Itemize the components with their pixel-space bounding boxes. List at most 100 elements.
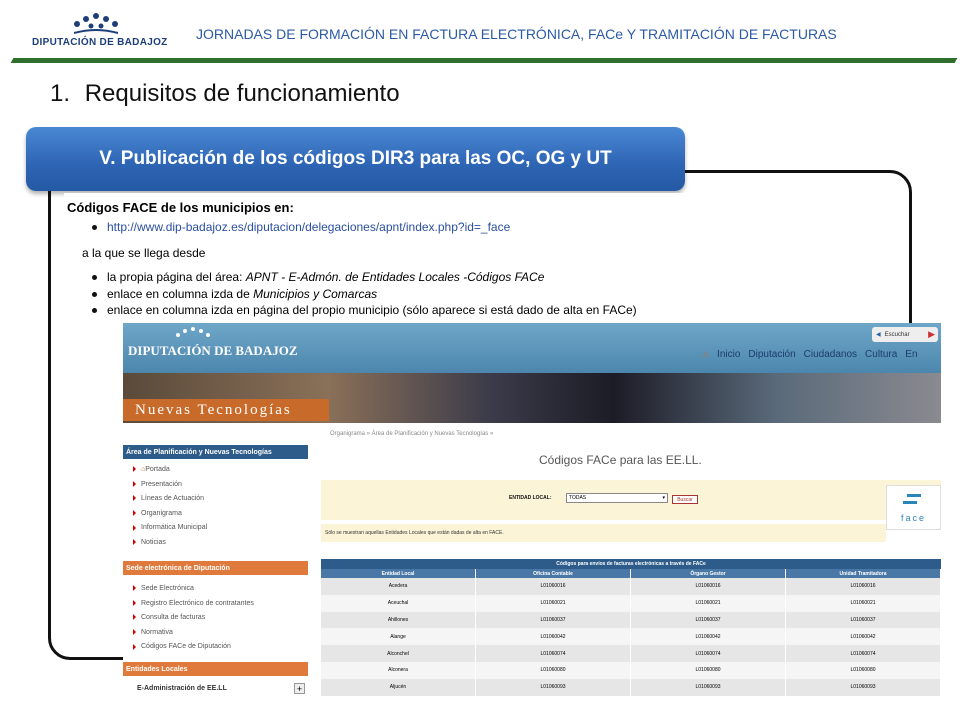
table-cell: L01060016 — [476, 578, 631, 595]
codes-link[interactable]: http://www.dip-badajoz.es/diputacion/del… — [107, 220, 510, 234]
nav-item-diputacion[interactable]: Diputación — [748, 349, 795, 360]
sidebar-section-area: Área de Planificación y Nuevas Tecnologí… — [123, 445, 308, 459]
sidebar-item-eadmin[interactable]: E-Administración de EE.LL — [137, 685, 227, 692]
sidebar-item-label: Noticias — [141, 538, 166, 546]
nav-item-cultura[interactable]: Cultura — [865, 349, 897, 360]
breadcrumb[interactable]: Organigrama » Área de Planificación y Nu… — [330, 431, 493, 437]
arrow-icon — [133, 643, 136, 650]
table-cell: L01060037 — [476, 611, 631, 629]
web-nav: ⌂ Inicio Diputación Ciudadanos Cultura E… — [703, 349, 918, 360]
web-screenshot: DIPUTACIÓN DE BADAJOZ ◀ Escuchar ▶ ⌂ Ini… — [123, 323, 941, 700]
sidebar-item-label: Informática Municipal — [141, 524, 208, 532]
sidebar-item-registro[interactable]: Registro Electrónico de contratantes — [133, 597, 254, 612]
table-cell: L01060093 — [631, 678, 786, 696]
sidebar-item-codigos[interactable]: Códigos FACe de Diputación — [133, 640, 254, 655]
table-cell: L01060093 — [476, 678, 631, 696]
escuchar-button[interactable]: ◀ Escuchar ▶ — [872, 327, 938, 342]
table-cell: L01060074 — [476, 645, 631, 662]
table-cell: Alconchel — [321, 645, 476, 662]
bullet-dot — [92, 308, 97, 314]
slide-header-title: JORNADAS DE FORMACIÓN EN FACTURA ELECTRÓ… — [196, 26, 837, 42]
sidebar-item-noticias[interactable]: Noticias — [133, 536, 207, 551]
table-row: Aceuchal L01060021 L01060021 L01060021 — [321, 594, 941, 612]
reached-from-text: a la que se llega desde — [82, 246, 206, 260]
bullet-text: enlace en columna izda de — [107, 287, 250, 301]
bullet-dot — [92, 292, 97, 298]
sidebar-item-lineas[interactable]: Líneas de Actuación — [133, 492, 207, 507]
sidebar-item-portada[interactable]: ⌂Portada — [133, 463, 207, 478]
table-row: Ahillones L01060037 L01060037 L01060037 — [321, 611, 941, 629]
table-cell: L01060074 — [786, 645, 941, 662]
speaker-icon: ◀ — [876, 332, 881, 338]
table-cell: L01060080 — [631, 661, 786, 679]
entidad-select[interactable]: TODAS ▾ — [566, 493, 668, 503]
arrow-icon — [133, 495, 136, 502]
section-banner: V. Publicación de los códigos DIR3 para … — [26, 127, 685, 191]
table-cell: L01060074 — [631, 645, 786, 662]
bullet-area-page: la propia página del área: APNT - E-Admó… — [92, 270, 544, 284]
table-cell: Alconera — [321, 661, 476, 679]
slide-title: 1. Requisitos de funcionamiento — [50, 80, 400, 108]
select-value: TODAS — [569, 495, 587, 501]
arrow-icon — [133, 524, 136, 531]
codes-table: Códigos para envíos de facturas electrón… — [321, 559, 941, 696]
sidebar-item-label: Organigrama — [141, 509, 182, 517]
nav-item-ciudadanos[interactable]: Ciudadanos — [804, 349, 857, 360]
notice-text: Sólo se muestran aquellas Entidades Loca… — [321, 524, 886, 542]
arrow-icon — [133, 466, 136, 473]
codes-heading: Códigos FACE de los municipios en: — [67, 200, 294, 215]
sidebar-item-presentacion[interactable]: Presentación — [133, 478, 207, 493]
sidebar-item-organigrama[interactable]: Organigrama — [133, 507, 207, 522]
table-title: Códigos para envíos de facturas electrón… — [321, 559, 941, 569]
table-row: Alange L01060042 L01060042 L01060042 — [321, 628, 941, 646]
table-cell: L01060080 — [786, 661, 941, 679]
face-logo: face — [886, 485, 941, 530]
table-header-row: Entidad Local Oficina Contable Órgano Ge… — [321, 569, 941, 578]
sidebar-item-consulta[interactable]: Consulta de facturas — [133, 611, 254, 626]
section-title: Requisitos de funcionamiento — [84, 80, 400, 107]
arrow-icon — [133, 599, 136, 606]
table-header-cell: Unidad Tramitadora — [786, 569, 941, 578]
sidebar-item-label: Consulta de facturas — [141, 614, 206, 622]
chevron-down-icon: ▾ — [662, 495, 665, 501]
logo-text: DIPUTACIÓN DE BADAJOZ — [32, 37, 168, 48]
header-divider — [10, 58, 958, 63]
face-logo-icon — [902, 494, 921, 504]
table-cell: L01060080 — [476, 661, 631, 679]
bullet-text: la propia página del área: — [107, 270, 243, 284]
sidebar-item-label: Registro Electrónico de contratantes — [141, 599, 254, 607]
table-row: Alconera L01060080 L01060080 L01060080 — [321, 661, 941, 679]
nav-item-more[interactable]: En — [905, 349, 917, 360]
home-icon: ⌂ — [703, 349, 710, 360]
sidebar-item-informatica[interactable]: Informática Municipal — [133, 521, 207, 536]
table-row: Aljucén L01060093 L01060093 L01060093 — [321, 678, 941, 696]
table-row: Acedera L01060016 L01060016 L01060016 — [321, 578, 941, 595]
table-cell: L01060021 — [631, 594, 786, 612]
table-cell: Alange — [321, 628, 476, 646]
table-cell: L01060093 — [786, 678, 941, 696]
sidebar-item-label: Códigos FACe de Diputación — [141, 643, 231, 651]
table-cell: L01060042 — [786, 628, 941, 646]
table-row: Alconchel L01060074 L01060074 L01060074 — [321, 645, 941, 662]
sidebar-section-entidades: Entidades Locales — [123, 662, 308, 676]
buscar-button[interactable]: Buscar — [672, 495, 698, 504]
sidebar-section-sede: Sede electrónica de Diputación — [123, 561, 308, 575]
filter-label: ENTIDAD LOCAL: — [509, 495, 552, 501]
expand-button[interactable]: + — [294, 683, 305, 694]
link-bullet: http://www.dip-badajoz.es/diputacion/del… — [92, 220, 510, 234]
arrow-icon — [133, 614, 136, 621]
nav-item-inicio[interactable]: Inicio — [717, 349, 740, 360]
bullet-dot — [92, 225, 97, 231]
face-logo-text: face — [900, 513, 926, 523]
bullet-dot — [92, 275, 97, 281]
arrow-icon — [133, 480, 136, 487]
table-body: Acedera L01060016 L01060016 L01060016 Ac… — [321, 578, 941, 696]
bullet-italic: APNT - E-Admón. de Entidades Locales -Có… — [245, 270, 545, 284]
sidebar-item-normativa[interactable]: Normativa — [133, 626, 254, 641]
sidebar-item-label: Sede Electrónica — [141, 585, 194, 592]
bullet-italic: Municipios y Comarcas — [253, 287, 378, 301]
table-cell: L01060037 — [786, 611, 941, 629]
table-header-cell: Órgano Gestor — [631, 569, 786, 578]
sidebar-item-sede[interactable]: Sede Electrónica — [133, 582, 254, 597]
bullet-municipios: enlace en columna izda de Municipios y C… — [92, 287, 377, 301]
